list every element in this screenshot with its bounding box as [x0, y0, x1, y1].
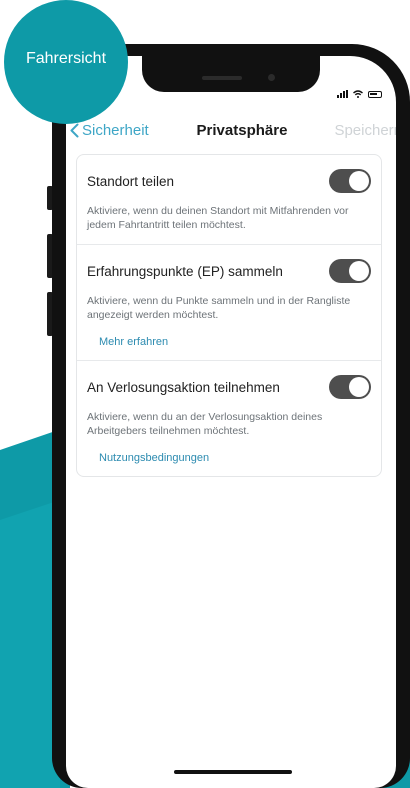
terms-of-use-link[interactable]: Nutzungsbedingungen — [87, 452, 371, 464]
badge-label: Fahrersicht — [25, 50, 107, 67]
phone-screen: Sicherheit Privatsphäre Speichern Stando… — [66, 56, 396, 788]
save-button[interactable]: Speichern — [334, 122, 396, 139]
phone-notch — [142, 56, 320, 92]
location-sharing-toggle[interactable] — [329, 169, 371, 193]
setting-location-sharing: Standort teilen Aktiviere, wenn du deine… — [77, 155, 381, 245]
setting-label: An Verlosungsaktion teilnehmen — [87, 379, 280, 395]
toggle-knob — [349, 171, 369, 191]
learn-more-link[interactable]: Mehr erfahren — [87, 336, 371, 348]
toggle-knob — [349, 261, 369, 281]
setting-label: Erfahrungspunkte (EP) sammeln — [87, 263, 283, 279]
raffle-participation-toggle[interactable] — [329, 375, 371, 399]
toggle-knob — [349, 377, 369, 397]
home-indicator[interactable] — [174, 770, 292, 774]
phone-frame: Sicherheit Privatsphäre Speichern Stando… — [52, 44, 410, 788]
front-camera — [268, 74, 275, 81]
setting-description: Aktiviere, wenn du Punkte sammeln und in… — [87, 295, 351, 321]
experience-points-toggle[interactable] — [329, 259, 371, 283]
battery-icon — [368, 90, 382, 98]
navigation-bar: Sicherheit Privatsphäre Speichern — [66, 118, 396, 146]
privacy-settings-card: Standort teilen Aktiviere, wenn du deine… — [76, 154, 382, 477]
status-bar — [337, 90, 382, 98]
signal-icon — [337, 90, 348, 98]
setting-label: Standort teilen — [87, 173, 175, 189]
setting-raffle-participation: An Verlosungsaktion teilnehmen Aktiviere… — [77, 361, 381, 476]
setting-experience-points: Erfahrungspunkte (EP) sammeln Aktiviere,… — [77, 245, 381, 361]
setting-description: Aktiviere, wenn du deinen Standort mit M… — [87, 205, 349, 231]
fahrersicht-badge: Fahrersicht — [4, 0, 128, 124]
setting-description: Aktiviere, wenn du an der Verlosungsakti… — [87, 411, 323, 437]
wifi-icon — [353, 90, 363, 98]
speaker-grille — [202, 76, 242, 80]
